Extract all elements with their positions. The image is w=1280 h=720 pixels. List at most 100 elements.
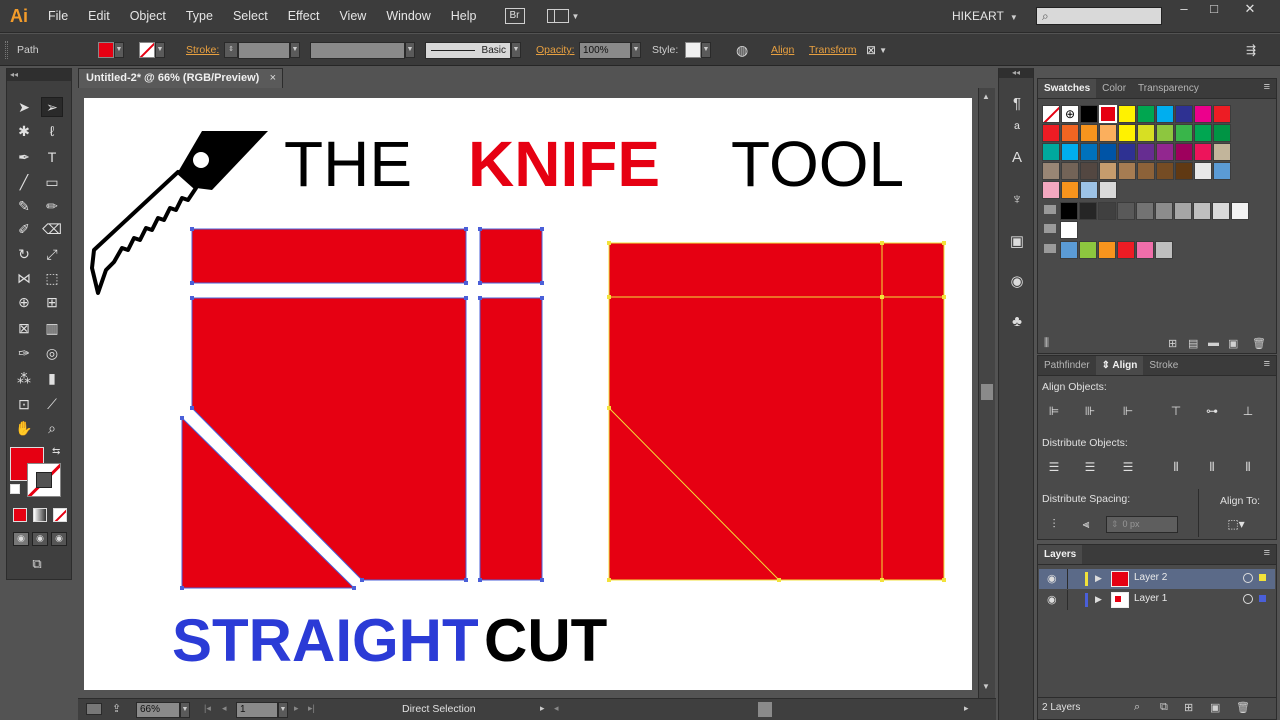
color-swatch[interactable] (1175, 124, 1193, 142)
color-swatch[interactable] (1136, 241, 1154, 259)
visibility-eye-icon[interactable]: ◉ (1047, 593, 1057, 606)
color-swatch[interactable] (1231, 202, 1249, 220)
color-swatch[interactable] (1194, 124, 1212, 142)
color-swatch[interactable] (1080, 124, 1098, 142)
pen-tool-icon[interactable]: ✒ (13, 147, 35, 167)
magic-wand-tool-icon[interactable]: ✱ (13, 121, 35, 141)
selection-tool-icon[interactable]: ➤ (13, 97, 35, 117)
new-swatch-icon[interactable]: ▣ (1228, 337, 1238, 350)
variable-width-dropdown[interactable]: ▼ (405, 42, 415, 58)
artboard-tool-icon[interactable]: ⊡ (13, 394, 35, 414)
selection-indicator[interactable] (1259, 574, 1266, 581)
delete-swatch-icon[interactable]: 🗑 (1252, 337, 1266, 350)
zoom-tool-icon[interactable]: ⌕ (41, 418, 63, 438)
color-swatch[interactable] (1213, 105, 1231, 123)
lasso-tool-icon[interactable]: ℓ (41, 121, 63, 141)
color-swatch[interactable] (1155, 241, 1173, 259)
first-artboard-icon[interactable]: |◂ (204, 703, 211, 714)
horizontal-scroll-thumb[interactable] (758, 702, 772, 717)
color-swatch[interactable] (1156, 105, 1174, 123)
color-swatch[interactable] (1117, 241, 1135, 259)
color-swatch[interactable] (1213, 124, 1231, 142)
panel-menu-icon[interactable]: ≡ (1264, 81, 1270, 93)
rectangle-tool-icon[interactable]: ▭ (41, 172, 63, 192)
layer-name[interactable]: Layer 1 (1134, 593, 1167, 604)
color-swatch[interactable] (1175, 143, 1193, 161)
color-swatch[interactable] (1080, 143, 1098, 161)
paintbrush-tool-icon[interactable]: ✎ (13, 196, 35, 216)
column-graph-tool-icon[interactable]: ▮ (41, 368, 63, 388)
paragraph-icon[interactable]: ¶ (1005, 92, 1029, 114)
target-icon[interactable] (1243, 573, 1253, 583)
layer-row-layer-2[interactable]: ◉ ▶ Layer 2 (1039, 569, 1275, 589)
pattern-swatch[interactable] (1061, 181, 1079, 199)
new-color-group-icon[interactable]: ▬ (1208, 337, 1219, 349)
selection-indicator[interactable] (1259, 595, 1266, 602)
align-left-icon[interactable]: ⊫ (1044, 402, 1064, 420)
color-swatch[interactable] (1194, 105, 1212, 123)
align-right-icon[interactable]: ⊩ (1118, 402, 1138, 420)
chevron-down-icon[interactable]: ▼ (879, 46, 887, 55)
vertical-scrollbar[interactable]: ▲ ▼ (978, 88, 995, 698)
color-swatch[interactable] (1136, 202, 1154, 220)
cut-shape-joined[interactable] (608, 242, 945, 581)
pattern-swatch[interactable] (1080, 181, 1098, 199)
new-sublayer-icon[interactable]: ⊞ (1184, 701, 1193, 714)
next-artboard-icon[interactable]: ▸ (294, 703, 299, 714)
appearance-icon[interactable]: ◉ (1005, 270, 1029, 292)
draw-behind-icon[interactable]: ◉ (32, 532, 48, 546)
align-vertical-center-icon[interactable]: ⊶ (1202, 402, 1222, 420)
gradient-icon[interactable]: ▣ (1005, 230, 1029, 252)
registration-swatch[interactable]: ⊕ (1061, 105, 1079, 123)
distribute-top-icon[interactable]: ☰ (1044, 458, 1064, 476)
stroke-color-swatch[interactable] (27, 463, 61, 497)
minimize-button[interactable]: – (1168, 2, 1200, 18)
color-swatch[interactable] (1175, 105, 1193, 123)
color-mode-icon[interactable] (13, 508, 27, 522)
symbols-icon[interactable]: ♣ (1005, 310, 1029, 332)
color-swatch[interactable] (1098, 241, 1116, 259)
graphic-style-swatch[interactable] (685, 42, 701, 58)
tab-stroke[interactable]: Stroke (1143, 356, 1184, 375)
menu-type[interactable]: Type (176, 0, 223, 33)
swatch-group-folder-icon[interactable] (1044, 224, 1056, 233)
color-swatch[interactable] (1137, 162, 1155, 180)
opacity-dropdown[interactable]: ▼ (631, 42, 641, 58)
tab-pathfinder[interactable]: Pathfinder (1038, 356, 1096, 375)
make-clipping-mask-icon[interactable]: ⧉ (1160, 701, 1168, 714)
color-swatch[interactable] (1194, 162, 1212, 180)
selected-color-swatch[interactable] (1099, 105, 1117, 123)
character-styles-icon[interactable]: ª (1005, 118, 1029, 140)
swatch-group-folder-icon[interactable] (1044, 244, 1056, 253)
recolor-artwork-icon[interactable]: ◍ (736, 42, 748, 59)
none-swatch[interactable] (1042, 105, 1060, 123)
zoom-field[interactable]: 66% (136, 702, 180, 718)
rotate-tool-icon[interactable]: ↻ (13, 244, 35, 264)
status-icon[interactable] (86, 703, 102, 715)
type-tool-icon[interactable]: T (41, 147, 63, 167)
expand-layer-icon[interactable]: ▶ (1095, 573, 1102, 584)
stroke-weight-stepper[interactable]: ⇕ (224, 42, 238, 58)
search-input[interactable]: ⌕ (1036, 7, 1162, 25)
menu-window[interactable]: Window (376, 0, 440, 33)
swap-fill-stroke-icon[interactable]: ⇆ (52, 446, 60, 457)
align-to-selection-icon[interactable]: ⬚▾ (1226, 515, 1246, 533)
draw-normal-icon[interactable]: ◉ (13, 532, 29, 546)
color-swatch[interactable] (1042, 143, 1060, 161)
scroll-up-icon[interactable]: ▲ (982, 92, 990, 101)
perspective-grid-tool-icon[interactable]: ⊞ (41, 292, 63, 312)
pattern-swatch[interactable] (1042, 181, 1060, 199)
draw-inside-icon[interactable]: ◉ (51, 532, 67, 546)
stroke-swatch[interactable] (139, 42, 155, 58)
direct-selection-tool-icon[interactable]: ➢ (41, 97, 63, 117)
close-icon[interactable]: × (270, 69, 276, 88)
distribute-horizontal-center-icon[interactable]: ⫴ (1202, 458, 1222, 476)
pattern-swatch[interactable] (1099, 181, 1117, 199)
color-swatch[interactable] (1118, 124, 1136, 142)
color-swatch[interactable] (1060, 221, 1078, 239)
slice-tool-icon[interactable]: ⟋ (41, 394, 63, 414)
artboard[interactable]: THE KNIFE TOOL STRAIGHT CUT (84, 98, 972, 690)
color-swatch[interactable] (1118, 162, 1136, 180)
share-icon[interactable]: ⇪ (112, 702, 121, 715)
color-swatch[interactable] (1137, 143, 1155, 161)
